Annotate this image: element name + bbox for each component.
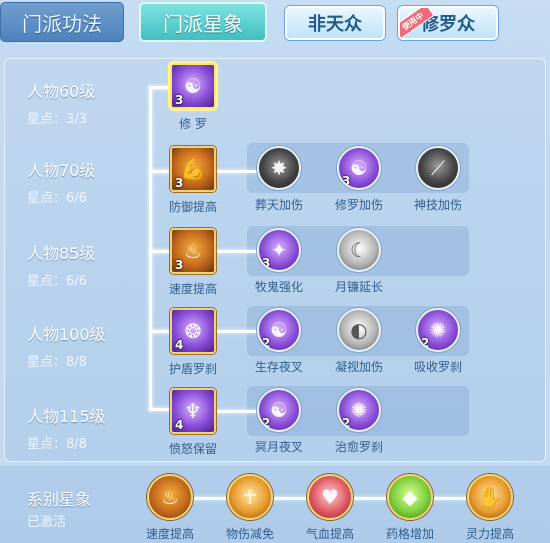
- flame-speed-icon: ♨: [147, 474, 193, 520]
- skill-label: 葬天加伤: [254, 198, 303, 212]
- skill-moon-yaksha[interactable]: ☯ 2 冥月夜叉: [246, 388, 312, 455]
- skill-label: 月镰延长: [334, 280, 383, 294]
- shura-face-icon: ☯ 3: [337, 146, 381, 190]
- series-skill-potion-slot[interactable]: ◆ 药格增加: [370, 474, 450, 542]
- golden-chest-icon: ✦ 3: [257, 228, 301, 272]
- skill-count: 2: [421, 336, 430, 350]
- skill-label: 防御提高: [168, 200, 217, 214]
- skill-divine-dmg[interactable]: ⟋ 神技加伤: [405, 146, 471, 213]
- green-gem-icon: ◆: [387, 474, 433, 520]
- tab-label: 门派功法: [22, 11, 102, 36]
- glowing-hand-icon: ✋: [467, 474, 513, 520]
- claw-strike-icon: ⟋: [416, 146, 460, 190]
- skill-label: 灵力提高: [465, 527, 514, 541]
- skill-shield-rakshasa[interactable]: ❂ 4 护盾罗刹: [160, 308, 226, 377]
- tier-60: 人物60级 星点：3/3: [27, 78, 95, 127]
- skill-label: 吸收罗刹: [413, 360, 462, 374]
- heart-icon: ♥: [307, 474, 353, 520]
- dark-burst-icon: ✸: [257, 146, 301, 190]
- tab-sect-skills[interactable]: 门派功法: [0, 2, 124, 42]
- tier-title: 人物85级: [27, 244, 96, 263]
- skill-count: 2: [342, 416, 351, 430]
- flame-speed-icon: ♨ 3: [170, 228, 216, 274]
- tier-stars: 星点：8/8: [27, 437, 87, 452]
- skill-rage-retain[interactable]: ♆ 4 愤怒保留: [160, 388, 226, 457]
- tab-label: 门派星象: [163, 11, 243, 36]
- moon-gaze-icon: ◐: [337, 308, 381, 352]
- series-skill-spirit-up[interactable]: ✋ 灵力提高: [450, 474, 530, 542]
- skill-label: 气血提高: [305, 527, 354, 541]
- skill-shura[interactable]: ☯ 3 修 罗: [160, 63, 226, 132]
- skill-mugui-enhance[interactable]: ✦ 3 牧鬼强化: [246, 228, 312, 295]
- shura-face-icon: ☯ 2: [257, 388, 301, 432]
- spirit-orb-icon: ✺ 2: [337, 388, 381, 432]
- flexed-arm-icon: 💪 3: [170, 146, 216, 192]
- tier-title: 人物100级: [27, 325, 106, 344]
- skill-count: 3: [175, 176, 184, 190]
- skill-count: 3: [175, 258, 184, 272]
- tier-stars: 星点：3/3: [27, 112, 87, 127]
- tab-sect-astrology[interactable]: 门派星象: [139, 2, 267, 42]
- skill-count: 4: [175, 338, 184, 352]
- spirit-shield-icon: ❂ 4: [170, 308, 216, 354]
- skill-speed-up[interactable]: ♨ 3 速度提高: [160, 228, 226, 297]
- winged-demon-icon: ♆ 4: [170, 388, 216, 434]
- tier-100: 人物100级 星点：8/8: [27, 321, 106, 370]
- skill-count: 4: [175, 418, 184, 432]
- skill-label: 修 罗: [179, 117, 207, 131]
- skill-label: 修罗加伤: [334, 198, 383, 212]
- skill-label: 神技加伤: [413, 198, 462, 212]
- tab-feitian[interactable]: 非天众: [285, 6, 385, 40]
- shura-face-icon: ☯ 2: [257, 308, 301, 352]
- skill-label: 速度提高: [145, 527, 194, 541]
- skill-count: 2: [262, 416, 271, 430]
- tier-115: 人物115级 星点：8/8: [27, 403, 106, 452]
- skill-defense-up[interactable]: 💪 3 防御提高: [160, 146, 226, 215]
- series-title: 系别星象: [27, 490, 92, 509]
- tier-title: 人物60级: [27, 82, 96, 101]
- skill-label: 治愈罗刹: [334, 440, 383, 454]
- tree-connector: [149, 86, 152, 410]
- skill-label: 速度提高: [168, 282, 217, 296]
- skill-count: 2: [262, 336, 271, 350]
- skill-label: 凝视加伤: [334, 360, 383, 374]
- series-skill-hp-up[interactable]: ♥ 气血提高: [290, 474, 370, 542]
- tab-xiuluo[interactable]: 使用中 修罗众: [398, 6, 498, 40]
- skill-label: 牧鬼强化: [254, 280, 303, 294]
- series-skill-speed[interactable]: ♨ 速度提高: [130, 474, 210, 542]
- skill-count: 3: [175, 93, 184, 107]
- skill-label: 冥月夜叉: [254, 440, 303, 454]
- skill-shura-dmg[interactable]: ☯ 3 修罗加伤: [326, 146, 392, 213]
- tier-85: 人物85级 星点：6/6: [27, 240, 95, 289]
- tab-label: 非天众: [308, 14, 362, 35]
- series-status: 已激活: [27, 515, 67, 530]
- skill-zangtian-dmg[interactable]: ✸ 葬天加伤: [246, 146, 312, 213]
- tier-stars: 星点：6/6: [27, 191, 87, 206]
- series-skill-phys-reduce[interactable]: ☥ 物伤减免: [210, 474, 290, 542]
- tier-70: 人物70级 星点：6/6: [27, 157, 95, 206]
- skill-label: 愤怒保留: [168, 442, 217, 456]
- tier-stars: 星点：8/8: [27, 355, 87, 370]
- skill-label: 护盾罗刹: [168, 362, 217, 376]
- crescent-blade-icon: ☾: [337, 228, 381, 272]
- skill-label: 物伤减免: [225, 527, 274, 541]
- tier-title: 人物70级: [27, 161, 96, 180]
- skill-gaze-dmg[interactable]: ◐ 凝视加伤: [326, 308, 392, 375]
- tier-title: 人物115级: [27, 407, 106, 426]
- skill-label: 药格增加: [385, 527, 434, 541]
- skill-absorb-rakshasa[interactable]: ✺ 2 吸收罗刹: [405, 308, 471, 375]
- skill-moon-sickle[interactable]: ☾ 月镰延长: [326, 228, 392, 295]
- skill-survival-yaksha[interactable]: ☯ 2 生存夜叉: [246, 308, 312, 375]
- tier-stars: 星点：6/6: [27, 274, 87, 289]
- spirit-orb-icon: ✺ 2: [416, 308, 460, 352]
- shura-face-icon: ☯ 3: [170, 63, 216, 109]
- skill-heal-rakshasa[interactable]: ✺ 2 治愈罗刹: [326, 388, 392, 455]
- skill-label: 生存夜叉: [254, 360, 303, 374]
- skill-count: 3: [342, 174, 351, 188]
- skill-count: 3: [262, 256, 271, 270]
- golden-figure-icon: ☥: [227, 474, 273, 520]
